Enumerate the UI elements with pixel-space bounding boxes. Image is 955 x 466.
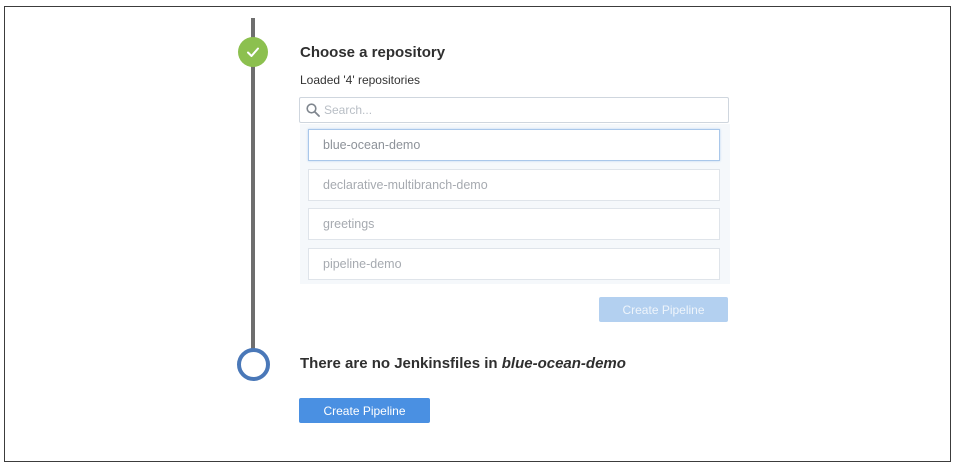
- no-jenkinsfiles-heading: There are no Jenkinsfiles in blue-ocean-…: [300, 355, 626, 372]
- no-jenkinsfiles-text: There are no Jenkinsfiles in: [300, 355, 502, 372]
- search-icon: [306, 103, 320, 117]
- step-complete-icon: [238, 37, 268, 67]
- repo-item-pipeline-demo[interactable]: pipeline-demo: [308, 248, 720, 280]
- check-icon: [247, 47, 259, 57]
- repo-item-declarative-multibranch-demo[interactable]: declarative-multibranch-demo: [308, 169, 720, 201]
- choose-repo-title: Choose a repository: [300, 44, 446, 61]
- selected-repo-name: blue-ocean-demo: [501, 355, 626, 372]
- search-input[interactable]: [324, 100, 714, 120]
- repo-item-greetings[interactable]: greetings: [308, 208, 720, 240]
- repo-count-label: Loaded '4' repositories: [300, 73, 420, 87]
- search-box: [299, 97, 729, 123]
- create-pipeline-button[interactable]: Create Pipeline: [299, 398, 430, 423]
- timeline-line: [251, 18, 255, 363]
- repo-item-blue-ocean-demo[interactable]: blue-ocean-demo: [308, 129, 720, 161]
- repository-list: blue-ocean-demo declarative-multibranch-…: [300, 124, 730, 284]
- create-pipeline-button-disabled[interactable]: Create Pipeline: [599, 297, 728, 322]
- pending-circle-icon: [237, 348, 270, 381]
